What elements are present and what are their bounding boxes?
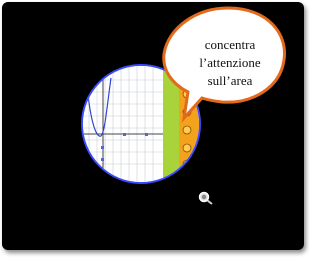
callout-line-1: concentra	[204, 37, 256, 52]
callout-line-2: l’attenzione	[199, 55, 261, 70]
callout-text: concentra l’attenzione sull’area	[180, 36, 280, 90]
magnifier-cursor-icon	[198, 191, 213, 205]
callout-line-3: sull’area	[207, 73, 253, 88]
